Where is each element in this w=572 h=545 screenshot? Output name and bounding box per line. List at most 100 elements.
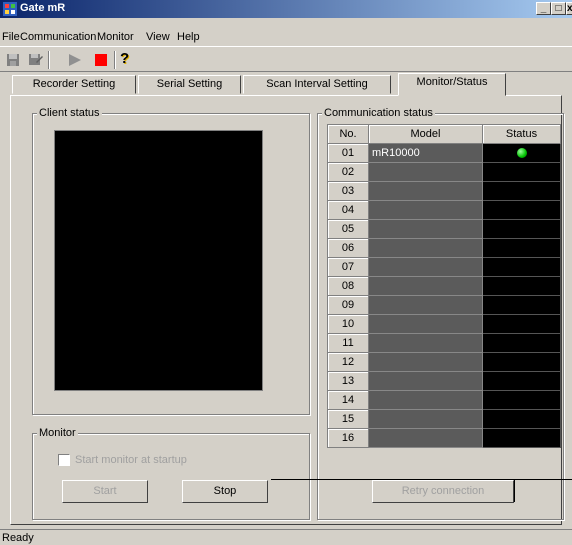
model-cell[interactable] bbox=[368, 257, 483, 277]
close-button[interactable]: x bbox=[566, 2, 572, 15]
menu-monitor[interactable]: Monitor bbox=[97, 31, 134, 43]
retry-connection-button[interactable]: Retry connection bbox=[372, 480, 514, 503]
table-row[interactable]: 02 bbox=[327, 162, 561, 182]
status-cell bbox=[482, 276, 561, 296]
status-cell bbox=[482, 333, 561, 353]
table-row[interactable]: 16 bbox=[327, 428, 561, 448]
minimize-button[interactable]: _ bbox=[536, 2, 551, 15]
row-number: 07 bbox=[327, 257, 369, 277]
row-number: 02 bbox=[327, 162, 369, 182]
status-cell bbox=[482, 428, 561, 448]
maximize-button[interactable]: □ bbox=[551, 2, 566, 15]
row-number: 10 bbox=[327, 314, 369, 334]
tab-scan-interval-setting[interactable]: Scan Interval Setting bbox=[243, 75, 391, 94]
tab-monitor-status[interactable]: Monitor/Status bbox=[398, 73, 506, 96]
status-text: Ready bbox=[2, 532, 34, 544]
drag-line bbox=[271, 479, 572, 480]
model-cell[interactable] bbox=[368, 219, 483, 239]
table-row[interactable]: 10 bbox=[327, 314, 561, 334]
save-icon[interactable] bbox=[4, 51, 22, 69]
table-row[interactable]: 12 bbox=[327, 352, 561, 372]
status-cell bbox=[482, 181, 561, 201]
row-number: 13 bbox=[327, 371, 369, 391]
row-number: 03 bbox=[327, 181, 369, 201]
row-number: 05 bbox=[327, 219, 369, 239]
status-cell bbox=[482, 143, 561, 163]
status-bar: Ready bbox=[0, 529, 572, 545]
communication-status-table: No. Model Status 01 mR10000 02 03 04 05 06 07 08… bbox=[327, 124, 561, 448]
table-row[interactable]: 01 mR10000 bbox=[327, 143, 561, 163]
menu-view[interactable]: View bbox=[146, 31, 170, 43]
stop-button[interactable]: Stop bbox=[182, 480, 268, 503]
row-number: 06 bbox=[327, 238, 369, 258]
monitor-label: Monitor bbox=[37, 427, 78, 439]
status-cell bbox=[482, 219, 561, 239]
menu-bar: File Communication Monitor View Help bbox=[0, 28, 572, 46]
table-row[interactable]: 07 bbox=[327, 257, 561, 277]
table-row[interactable]: 05 bbox=[327, 219, 561, 239]
tab-serial-setting[interactable]: Serial Setting bbox=[138, 75, 241, 94]
toolbar-separator bbox=[114, 51, 116, 69]
row-number: 08 bbox=[327, 276, 369, 296]
status-cell bbox=[482, 409, 561, 429]
menu-communication[interactable]: Communication bbox=[20, 31, 96, 43]
play-icon[interactable] bbox=[66, 51, 84, 69]
row-number: 12 bbox=[327, 352, 369, 372]
menu-file[interactable]: File bbox=[2, 31, 20, 43]
model-cell[interactable] bbox=[368, 276, 483, 296]
window-title: Gate mR bbox=[20, 2, 66, 14]
model-cell[interactable] bbox=[368, 295, 483, 315]
column-header-no[interactable]: No. bbox=[327, 124, 369, 144]
table-row[interactable]: 13 bbox=[327, 371, 561, 391]
table-row[interactable]: 08 bbox=[327, 276, 561, 296]
row-number: 11 bbox=[327, 333, 369, 353]
status-led-icon bbox=[516, 148, 527, 159]
row-number: 09 bbox=[327, 295, 369, 315]
status-cell bbox=[482, 257, 561, 277]
table-row[interactable]: 06 bbox=[327, 238, 561, 258]
row-number: 04 bbox=[327, 200, 369, 220]
start-button[interactable]: Start bbox=[62, 480, 148, 503]
title-bar[interactable]: Gate mR _ □ x bbox=[0, 0, 572, 18]
drag-line-vertical bbox=[514, 479, 515, 502]
table-row[interactable]: 09 bbox=[327, 295, 561, 315]
column-header-model[interactable]: Model bbox=[368, 124, 483, 144]
save-as-icon[interactable] bbox=[26, 51, 44, 69]
client-status-view bbox=[54, 130, 263, 391]
status-cell bbox=[482, 352, 561, 372]
menu-help[interactable]: Help bbox=[177, 31, 200, 43]
status-cell bbox=[482, 238, 561, 258]
tab-recorder-setting[interactable]: Recorder Setting bbox=[12, 75, 136, 94]
model-cell[interactable] bbox=[368, 409, 483, 429]
table-row[interactable]: 15 bbox=[327, 409, 561, 429]
toolbar-separator bbox=[48, 51, 50, 69]
table-row[interactable]: 14 bbox=[327, 390, 561, 410]
start-monitor-checkbox[interactable] bbox=[58, 454, 70, 466]
model-cell[interactable] bbox=[368, 200, 483, 220]
row-number: 01 bbox=[327, 143, 369, 163]
row-number: 16 bbox=[327, 428, 369, 448]
monitor-group: Monitor bbox=[32, 427, 310, 520]
stop-icon[interactable] bbox=[92, 51, 110, 69]
status-cell bbox=[482, 295, 561, 315]
toolbar: ? bbox=[0, 46, 572, 72]
model-cell[interactable] bbox=[368, 333, 483, 353]
model-cell[interactable] bbox=[368, 181, 483, 201]
status-cell bbox=[482, 314, 561, 334]
model-cell[interactable] bbox=[368, 352, 483, 372]
table-row[interactable]: 03 bbox=[327, 181, 561, 201]
model-cell[interactable] bbox=[368, 428, 483, 448]
model-cell[interactable] bbox=[368, 162, 483, 182]
status-cell bbox=[482, 390, 561, 410]
model-cell[interactable] bbox=[368, 390, 483, 410]
model-cell[interactable] bbox=[368, 238, 483, 258]
help-icon[interactable]: ? bbox=[120, 50, 138, 68]
status-cell bbox=[482, 200, 561, 220]
model-cell[interactable] bbox=[368, 371, 483, 391]
column-header-status[interactable]: Status bbox=[482, 124, 561, 144]
table-row[interactable]: 04 bbox=[327, 200, 561, 220]
model-cell[interactable]: mR10000 bbox=[368, 143, 483, 163]
model-cell[interactable] bbox=[368, 314, 483, 334]
app-icon bbox=[3, 2, 17, 16]
table-row[interactable]: 11 bbox=[327, 333, 561, 353]
